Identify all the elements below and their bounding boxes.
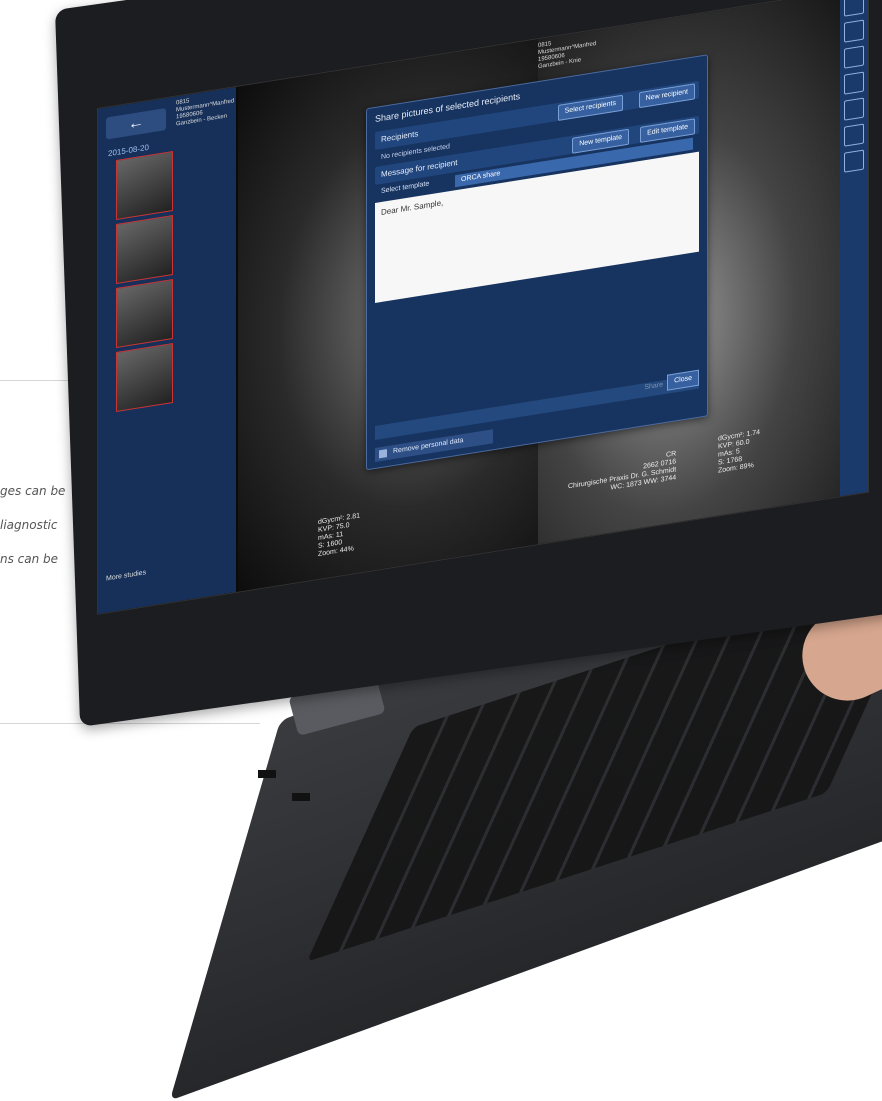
usb-port [258, 770, 276, 778]
shapes-icon[interactable] [844, 19, 864, 43]
pen-icon[interactable] [844, 0, 864, 17]
thumbnail[interactable] [116, 214, 173, 284]
thumbnail[interactable] [116, 150, 173, 220]
tool-sidebar [840, 0, 868, 497]
window-icon[interactable] [844, 71, 864, 95]
zoom-out-icon[interactable] [844, 123, 864, 147]
thumbnail-list [116, 150, 173, 416]
exposure-stats-right: dGycm²: 1.74 KVP: 60.0 mAs: 5 S: 1768 Zo… [718, 429, 760, 476]
grid-icon[interactable] [844, 149, 864, 173]
study-panel: ← 2015-08-20 More studies [98, 86, 236, 614]
recipients-label: Recipients [381, 129, 419, 145]
laptop: ← 2015-08-20 More studies 0815 Musterman… [0, 0, 882, 1101]
thumbnail[interactable] [116, 342, 173, 412]
share-dialog: Share pictures of selected recipients Re… [366, 54, 708, 471]
checkbox-icon [379, 449, 387, 459]
thumbnail[interactable] [116, 278, 173, 348]
back-button[interactable]: ← [106, 108, 166, 140]
back-arrow-icon: ← [128, 113, 144, 134]
usb-port-2 [292, 793, 310, 801]
zoom-in-icon[interactable] [844, 97, 864, 121]
more-studies-label[interactable]: More studies [106, 569, 146, 582]
remove-personal-data-label: Remove personal data [393, 436, 464, 456]
share-icon[interactable] [844, 45, 864, 69]
exposure-stats-left: dGycm²: 2.81 KVP: 75.0 mAs: 11 S: 1600 Z… [318, 512, 360, 559]
